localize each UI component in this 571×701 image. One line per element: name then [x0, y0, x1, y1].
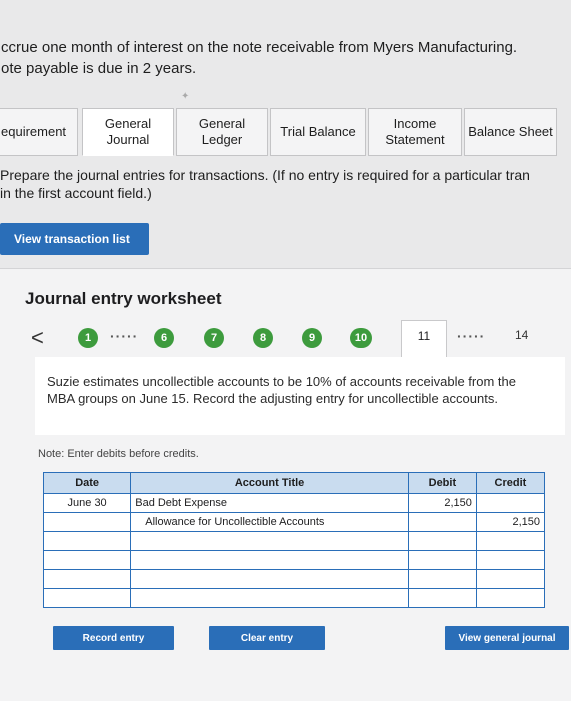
instructions-line-2: in the first account field.): [0, 185, 152, 201]
tab-bar: equirement General Journal General Ledge…: [0, 108, 571, 156]
sparkle-icon: ✦: [181, 91, 190, 102]
tab-requirement[interactable]: equirement: [0, 108, 78, 156]
view-transaction-list-button[interactable]: View transaction list: [0, 223, 149, 255]
steps-ellipsis-2: ·····: [457, 328, 486, 344]
account-cell[interactable]: [130, 588, 409, 608]
date-cell[interactable]: [42, 512, 132, 532]
worksheet-title: Journal entry worksheet: [25, 289, 222, 308]
account-cell[interactable]: Bad Debt Expense: [130, 493, 409, 513]
journal-header-row: Date Account Title Debit Credit: [42, 472, 546, 494]
credit-cell[interactable]: [475, 531, 546, 551]
tab-income-statement[interactable]: Income Statement: [368, 108, 462, 156]
transaction-description-box: Suzie estimates uncollectible accounts t…: [35, 357, 565, 435]
step-9[interactable]: 9: [302, 328, 322, 348]
table-row: Allowance for Uncollectible Accounts 2,1…: [42, 512, 546, 532]
table-row: [42, 531, 546, 551]
record-entry-button[interactable]: Record entry: [53, 626, 174, 650]
journal-table: Date Account Title Debit Credit June 30 …: [42, 472, 546, 608]
date-cell[interactable]: [42, 531, 132, 551]
tab-balance-sheet[interactable]: Balance Sheet: [464, 108, 557, 156]
debit-cell[interactable]: [407, 550, 477, 570]
credit-cell[interactable]: [475, 493, 546, 513]
credit-cell[interactable]: [475, 588, 546, 608]
credit-cell[interactable]: [475, 569, 546, 589]
table-row: [42, 569, 546, 589]
table-row: [42, 588, 546, 608]
step-6[interactable]: 6: [154, 328, 174, 348]
account-cell[interactable]: [130, 531, 409, 551]
instructions: Prepare the journal entries for transact…: [0, 166, 571, 202]
step-14[interactable]: 14: [515, 328, 528, 342]
col-credit: Credit: [475, 472, 546, 494]
col-account-title: Account Title: [130, 472, 409, 494]
journal-entry-worksheet: Journal entry worksheet < 1 ····· 6 7 8 …: [0, 268, 571, 701]
date-cell[interactable]: [42, 569, 132, 589]
date-cell[interactable]: June 30: [42, 493, 132, 513]
tab-general-ledger[interactable]: General Ledger: [176, 108, 268, 156]
step-7[interactable]: 7: [204, 328, 224, 348]
step-10[interactable]: 10: [350, 328, 372, 348]
tab-trial-balance[interactable]: Trial Balance: [270, 108, 366, 156]
table-row: June 30 Bad Debt Expense 2,150: [42, 493, 546, 513]
clear-entry-button[interactable]: Clear entry: [209, 626, 325, 650]
debit-cell[interactable]: 2,150: [407, 493, 477, 513]
debit-cell[interactable]: [407, 531, 477, 551]
question-line-2: ote payable is due in 2 years.: [1, 60, 197, 77]
account-cell[interactable]: Allowance for Uncollectible Accounts: [130, 512, 409, 532]
step-1[interactable]: 1: [78, 328, 98, 348]
step-8[interactable]: 8: [253, 328, 273, 348]
credit-cell[interactable]: 2,150: [475, 512, 546, 532]
credit-cell[interactable]: [475, 550, 546, 570]
question-line-1: ccrue one month of interest on the note …: [1, 39, 518, 56]
instructions-line-1: Prepare the journal entries for transact…: [0, 167, 530, 183]
transaction-description: Suzie estimates uncollectible accounts t…: [47, 374, 516, 406]
table-row: [42, 550, 546, 570]
step-navigation: < 1 ····· 6 7 8 9 10 11 ····· 14: [0, 319, 571, 359]
steps-ellipsis: ·····: [110, 328, 139, 344]
debit-cell[interactable]: [407, 512, 477, 532]
view-general-journal-button[interactable]: View general journal: [445, 626, 569, 650]
chevron-left-icon[interactable]: <: [31, 325, 44, 351]
tab-general-journal[interactable]: General Journal: [82, 108, 174, 156]
step-11-current[interactable]: 11: [401, 320, 447, 358]
date-cell[interactable]: [42, 588, 132, 608]
account-cell[interactable]: [130, 569, 409, 589]
date-cell[interactable]: [42, 550, 132, 570]
col-date: Date: [42, 472, 132, 494]
debit-cell[interactable]: [407, 569, 477, 589]
debit-credit-note: Note: Enter debits before credits.: [38, 448, 199, 460]
col-debit: Debit: [407, 472, 477, 494]
question-text: ccrue one month of interest on the note …: [0, 37, 571, 79]
debit-cell[interactable]: [407, 588, 477, 608]
account-cell[interactable]: [130, 550, 409, 570]
